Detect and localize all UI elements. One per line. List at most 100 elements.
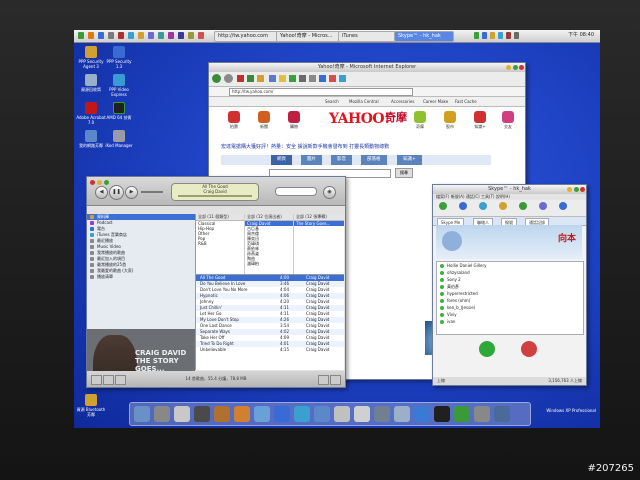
yahoo-nav-knowledge[interactable]: 知識+ [465,111,495,130]
app5-quicklaunch-icon[interactable] [188,32,194,39]
home-icon[interactable] [257,75,264,82]
link-fast-cache[interactable]: Fast Cache [455,97,477,106]
mail-icon[interactable] [299,75,306,82]
browser-icon[interactable] [274,406,290,422]
genre-item[interactable]: R&B [196,241,244,246]
link-mozilla-central[interactable]: Mozilla Central [349,97,379,106]
tab-blog[interactable]: 部落格 [361,155,387,165]
tab-video[interactable]: 影音 [331,155,352,165]
app4-quicklaunch-icon[interactable] [178,32,184,39]
list-item[interactable]: 黃伯彥 [437,283,583,290]
add-contact-icon[interactable] [439,202,447,210]
link-career-make[interactable]: Career Make [423,97,448,106]
yahoo-nav-news[interactable]: 新聞 [249,111,279,130]
list-item[interactable]: ken_b_(Jessie) [437,304,583,311]
skype-close-icon[interactable] [580,187,585,192]
list-item[interactable]: ohzysaland [437,269,583,276]
hangup-button[interactable] [521,341,537,357]
dashboard-icon[interactable] [154,406,170,422]
desktop-icon-ppp-video-express[interactable]: PPP Video Express [104,74,134,97]
stop-icon[interactable] [237,75,244,82]
photo-icon[interactable] [214,406,230,422]
yahoo-nav-shopping[interactable]: 購物 [279,111,309,130]
previous-icon[interactable]: ◀ [95,186,108,199]
tab-knowledge[interactable]: 知識+ [397,155,422,165]
itunes-window[interactable]: ◀ ❚❚ ▶ All The Good Craig David ◉ 資料庫 Po… [86,176,346,388]
yahoo-nav-kimo[interactable]: 奇摩 [405,111,435,130]
skype-maximize-icon[interactable] [574,187,579,192]
back-icon[interactable] [212,74,221,83]
yahoo-nav-stocks[interactable]: 股市 [435,111,465,130]
history-icon[interactable] [539,202,547,210]
conference-icon[interactable] [479,202,487,210]
link-accessories[interactable]: Accessories [391,97,414,106]
list-item[interactable]: Sony 2 [437,276,583,283]
album-header[interactable]: 全部 (12 張專輯) [294,214,344,221]
chart-icon[interactable] [454,406,470,422]
search-icon[interactable] [269,75,276,82]
tray-volume-icon[interactable] [506,32,511,39]
desktop-icon-amd-64[interactable]: AMD 64 技術 [104,102,134,120]
folder-quicklaunch-icon[interactable] [138,32,144,39]
favorites-icon[interactable] [279,75,286,82]
yahoo-nav-dating[interactable]: 交友 [493,111,523,130]
album-item[interactable]: The Story Goes... [294,221,344,226]
tray-security-icon[interactable] [490,32,495,39]
source-item[interactable]: 播放清單 [87,274,195,280]
desktop-icon-bluetooth[interactable]: 資源 Bluetooth 芳鄰 [76,394,106,417]
itunes-minimize-icon[interactable] [97,180,102,185]
itunes-close-icon[interactable] [90,180,95,185]
yahoo-nav-auction[interactable]: 拍賣 [219,111,249,130]
activity-monitor-icon[interactable] [434,406,450,422]
preview-icon[interactable] [374,406,390,422]
refresh-icon[interactable] [247,75,254,82]
messenger-icon[interactable] [339,75,346,82]
profile-icon[interactable] [519,202,527,210]
mail-icon[interactable] [174,406,190,422]
address-input[interactable]: http://tw.yahoo.com/ [229,88,413,96]
minimize-icon[interactable] [506,65,511,70]
taskbar-item-ie[interactable]: Yahoo!奇摩 - Micros... [276,31,340,42]
desktop-icon-ppp-security-agent[interactable]: PPP Security Agent 3 [76,46,106,69]
desktop-icon-adobe-acrobat[interactable]: Adobe Acrobat 7.0 [76,102,106,125]
close-icon[interactable] [519,65,524,70]
link-search[interactable]: Search [325,97,339,106]
now-playing-display[interactable]: All The Good Craig David [171,183,259,201]
artist-item[interactable]: 潘瑋柏 [245,261,293,266]
list-item[interactable]: Hollie Daniel Gillery [437,262,583,269]
tools-icon[interactable] [474,406,490,422]
call-button[interactable] [479,341,495,357]
skype-window[interactable]: Skype™ - hk_hak 檔案(F) 帳號(A) 通話(C) 工具(T) … [432,184,587,386]
help-icon[interactable] [559,202,567,210]
desktop-icon-recycle-bin[interactable]: 資源回收筒 [76,74,106,92]
table-row[interactable]: Unbelievable 4:15 Craig David [196,347,344,353]
list-item[interactable]: fores (ohm) [437,297,583,304]
list-item[interactable]: hyperrestricted [437,290,583,297]
skype-banner[interactable]: 向本 [436,225,582,259]
headline-links[interactable]: 宏達電搶購大獲好評！熱量：安全 據說新款手機會發布到 打靈長類動物總數 [221,143,389,150]
skype-titlebar[interactable]: Skype™ - hk_hak [433,185,586,194]
discuss-icon[interactable] [329,75,336,82]
globe-icon[interactable] [254,406,270,422]
messenger-quicklaunch-icon[interactable] [128,32,134,39]
repeat-icon[interactable] [115,375,126,385]
user-icon[interactable] [234,406,250,422]
app-quicklaunch-icon[interactable] [148,32,154,39]
print-icon[interactable] [309,75,316,82]
edit-icon[interactable] [319,75,326,82]
yahoo-search-button[interactable]: 搜尋 [395,168,413,178]
ie-quicklaunch-icon[interactable] [98,32,104,39]
desktop-icon-ppp-security[interactable]: PPP Security 1.3 [104,46,134,69]
status-selector[interactable]: 上線 [437,378,445,383]
app2-quicklaunch-icon[interactable] [158,32,164,39]
ie-titlebar[interactable]: Yahoo!奇摩 - Microsoft Internet Explorer [209,63,525,72]
browse-icon[interactable]: ◉ [323,186,336,199]
genre-header[interactable]: 全部 (11 個類型) [196,214,244,221]
progress-bar[interactable] [178,195,252,197]
preferences-icon[interactable] [394,406,410,422]
shuffle-icon[interactable] [103,375,114,385]
finder-icon[interactable] [134,406,150,422]
tray-bluetooth-icon[interactable] [482,32,487,39]
app6-quicklaunch-icon[interactable] [198,32,204,39]
document-icon[interactable] [334,406,350,422]
